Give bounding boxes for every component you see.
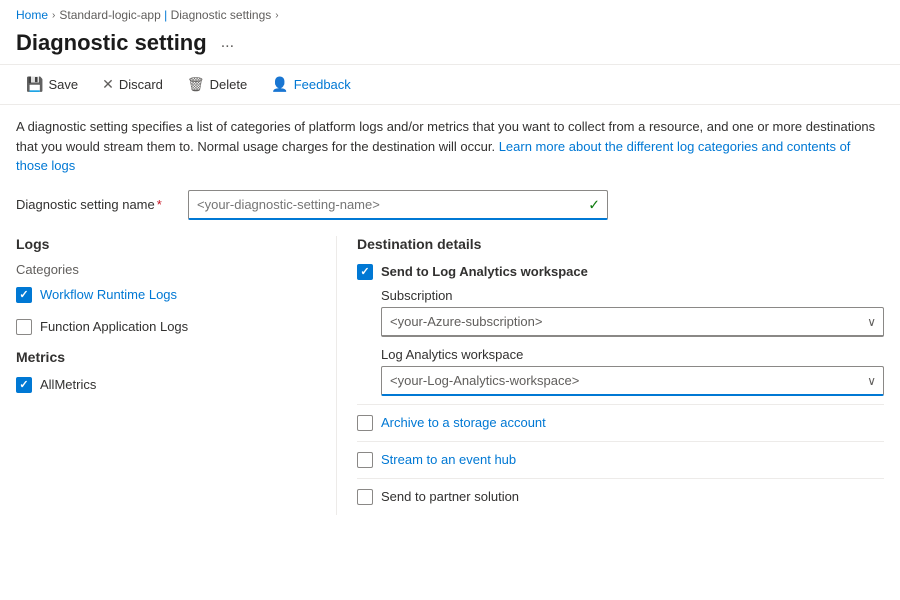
allmetrics-label: AllMetrics	[40, 377, 96, 392]
main-columns: Logs Categories Workflow Runtime Logs Fu…	[16, 236, 884, 515]
function-application-logs-row: Function Application Logs	[16, 317, 316, 337]
feedback-icon: 👤	[271, 76, 288, 93]
archive-storage-checkbox[interactable]	[357, 415, 373, 431]
send-analytics-row: Send to Log Analytics workspace	[357, 264, 884, 280]
partner-solution-row: Send to partner solution	[357, 478, 884, 515]
allmetrics-row: AllMetrics	[16, 375, 316, 395]
feedback-label: Feedback	[294, 77, 351, 92]
archive-storage-row: Archive to a storage account	[357, 404, 884, 441]
breadcrumb-chevron-1: ›	[52, 10, 55, 21]
subscription-label: Subscription	[381, 288, 884, 303]
breadcrumb-app[interactable]: Standard-logic-app | Diagnostic settings	[59, 8, 271, 22]
save-icon: 💾	[26, 76, 43, 93]
categories-label: Categories	[16, 262, 316, 277]
required-star: *	[157, 197, 162, 212]
workspace-wrapper: Log Analytics workspace <your-Log-Analyt…	[381, 347, 884, 396]
metrics-section-title: Metrics	[16, 349, 316, 365]
form-name-input-wrapper: ✓	[188, 190, 608, 220]
workspace-select-wrapper: <your-Log-Analytics-workspace> ∨	[381, 366, 884, 396]
delete-button[interactable]: 🗑 Delete	[177, 71, 257, 98]
subscription-select[interactable]: <your-Azure-subscription>	[381, 307, 884, 337]
partner-solution-checkbox[interactable]	[357, 489, 373, 505]
toolbar: 💾 Save ✕ Discard 🗑 Delete 👤 Feedback	[0, 64, 900, 105]
workspace-label: Log Analytics workspace	[381, 347, 884, 362]
send-analytics-checkbox[interactable]	[357, 264, 373, 280]
breadcrumb-home[interactable]: Home	[16, 8, 48, 22]
form-name-row: Diagnostic setting name* ✓	[16, 190, 884, 220]
left-column: Logs Categories Workflow Runtime Logs Fu…	[16, 236, 336, 515]
stream-eventhub-row: Stream to an event hub	[357, 441, 884, 478]
workflow-runtime-logs-label[interactable]: Workflow Runtime Logs	[40, 287, 177, 302]
discard-button[interactable]: ✕ Discard	[92, 71, 173, 98]
right-column: Destination details Send to Log Analytic…	[336, 236, 884, 515]
description: A diagnostic setting specifies a list of…	[16, 117, 876, 176]
stream-eventhub-label[interactable]: Stream to an event hub	[381, 452, 516, 467]
page-title-row: Diagnostic setting ...	[0, 26, 900, 64]
logs-section-title: Logs	[16, 236, 316, 252]
diagnostic-setting-name-input[interactable]	[188, 190, 608, 220]
function-application-logs-label: Function Application Logs	[40, 319, 188, 334]
workspace-select[interactable]: <your-Log-Analytics-workspace>	[381, 366, 884, 396]
page-title: Diagnostic setting	[16, 30, 207, 56]
workflow-runtime-logs-row: Workflow Runtime Logs	[16, 285, 316, 305]
function-application-logs-checkbox[interactable]	[16, 319, 32, 335]
subscription-wrapper: Subscription <your-Azure-subscription> ∨	[381, 288, 884, 337]
discard-label: Discard	[119, 77, 163, 92]
delete-label: Delete	[210, 77, 248, 92]
breadcrumb: Home › Standard-logic-app | Diagnostic s…	[0, 0, 900, 26]
send-analytics-label: Send to Log Analytics workspace	[381, 264, 588, 279]
subscription-select-wrapper: <your-Azure-subscription> ∨	[381, 307, 884, 337]
form-name-label: Diagnostic setting name*	[16, 197, 176, 212]
workflow-runtime-logs-checkbox[interactable]	[16, 287, 32, 303]
destination-title: Destination details	[357, 236, 884, 252]
delete-icon: 🗑	[187, 76, 205, 93]
partner-solution-label: Send to partner solution	[381, 489, 519, 504]
stream-eventhub-checkbox[interactable]	[357, 452, 373, 468]
content-area: A diagnostic setting specifies a list of…	[0, 105, 900, 527]
allmetrics-checkbox[interactable]	[16, 377, 32, 393]
archive-storage-label[interactable]: Archive to a storage account	[381, 415, 546, 430]
discard-icon: ✕	[102, 76, 114, 93]
breadcrumb-chevron-2: ›	[275, 10, 278, 21]
feedback-button[interactable]: 👤 Feedback	[261, 71, 361, 98]
save-label: Save	[48, 77, 78, 92]
input-valid-icon: ✓	[588, 196, 600, 213]
save-button[interactable]: 💾 Save	[16, 71, 88, 98]
ellipsis-button[interactable]: ...	[215, 32, 240, 54]
metrics-section: Metrics AllMetrics	[16, 349, 316, 395]
